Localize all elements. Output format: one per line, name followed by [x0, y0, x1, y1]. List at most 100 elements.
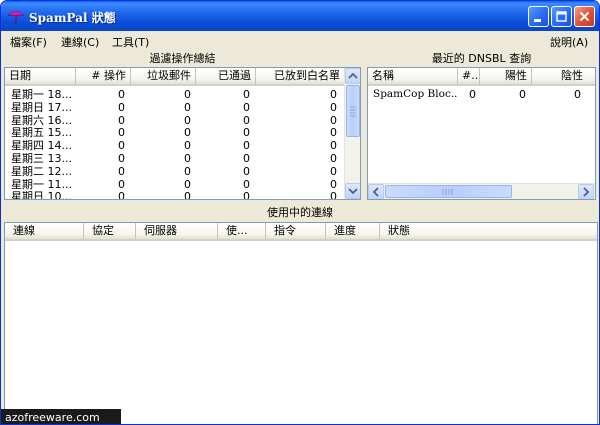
table-cell: 0	[118, 190, 125, 200]
table-cell: 0	[184, 190, 191, 200]
table-cell: 0	[330, 100, 337, 114]
table-cell: 星期二 12...	[11, 164, 72, 178]
table-row[interactable]: 星期一 18... 0 0 0 0	[5, 88, 360, 101]
table-cell: 0	[243, 139, 250, 153]
table-cell: 星期三 13...	[11, 152, 72, 165]
table-row[interactable]: 星期日 17... 0 0 0 0	[5, 101, 360, 114]
column-command[interactable]: 指令	[266, 223, 326, 239]
summary-column-header: 日期 # 操作 垃圾郵件 已通過 已放到白名單	[5, 68, 344, 86]
table-cell: 0	[330, 164, 337, 178]
column-user[interactable]: 使...	[218, 223, 266, 239]
table-cell: 星期日 10...	[11, 190, 72, 200]
column-positive[interactable]: 陽性	[480, 68, 532, 84]
table-cell: 0	[184, 152, 191, 165]
title-bar[interactable]: SpamPal 狀態	[1, 1, 599, 31]
table-cell: 0	[243, 164, 250, 178]
column-date[interactable]: 日期	[5, 68, 76, 84]
table-cell: 0	[184, 88, 191, 101]
table-row[interactable]: SpamCop Bloc... 0 0 0	[368, 88, 595, 101]
column-connection[interactable]: 連線	[5, 223, 84, 239]
menu-bar: 檔案(F) 連線(C) 工具(T) 說明(A)	[4, 31, 596, 50]
dnsbl-heading: 最近的 DNSBL 查詢	[367, 51, 596, 66]
close-button[interactable]	[574, 6, 595, 27]
scroll-left-button[interactable]	[368, 184, 384, 199]
table-cell: 0	[469, 88, 476, 101]
table-row[interactable]: 星期日 10... 0 0 0 0	[5, 190, 360, 200]
connections-list[interactable]: 連線 協定 伺服器 使... 指令 進度 狀態	[4, 222, 598, 424]
grip-icon	[442, 189, 453, 195]
summary-vertical-scrollbar[interactable]	[344, 68, 360, 199]
table-cell: 0	[330, 139, 337, 153]
scroll-up-button[interactable]	[345, 68, 360, 84]
chevron-up-icon	[348, 72, 358, 79]
table-cell: 星期六 16...	[11, 113, 72, 127]
table-cell: 0	[574, 88, 581, 101]
table-cell: 0	[118, 126, 125, 140]
table-cell: 0	[330, 113, 337, 127]
table-row[interactable]: 星期四 14... 0 0 0 0	[5, 139, 360, 152]
table-cell: 0	[330, 177, 337, 191]
table-cell: 0	[118, 113, 125, 127]
table-cell: 0	[330, 88, 337, 101]
maximize-icon	[556, 11, 567, 22]
summary-heading: 過濾操作總結	[4, 51, 361, 66]
column-operations[interactable]: # 操作	[76, 68, 131, 84]
menu-help[interactable]: 說明(A)	[550, 34, 588, 50]
table-cell: 0	[243, 177, 250, 191]
connections-column-header: 連線 協定 伺服器 使... 指令 進度 狀態	[5, 223, 597, 241]
chevron-down-icon	[348, 188, 358, 195]
column-server[interactable]: 伺服器	[136, 223, 218, 239]
watermark: azofreeware.com	[1, 409, 121, 424]
table-cell: 0	[184, 100, 191, 114]
table-row[interactable]: 星期五 15... 0 0 0 0	[5, 126, 360, 139]
table-cell: 0	[330, 152, 337, 165]
window-title: SpamPal 狀態	[29, 11, 116, 25]
menu-connection[interactable]: 連線(C)	[61, 34, 99, 50]
column-status[interactable]: 狀態	[380, 223, 597, 239]
table-cell: SpamCop Bloc...	[373, 88, 457, 100]
scroll-thumb[interactable]	[346, 85, 360, 137]
column-spam[interactable]: 垃圾郵件	[131, 68, 196, 84]
table-cell: 0	[519, 88, 526, 101]
table-cell: 星期四 14...	[11, 139, 72, 153]
chevron-right-icon	[583, 187, 590, 197]
minimize-icon	[534, 19, 541, 22]
column-count[interactable]: #...	[458, 68, 480, 84]
table-cell: 星期一 11...	[11, 177, 72, 191]
table-cell: 0	[118, 88, 125, 101]
column-protocol[interactable]: 協定	[84, 223, 136, 239]
dnsbl-list[interactable]: 名稱 #... 陽性 陰性 SpamCop Bloc... 0 0 0	[367, 67, 596, 200]
column-negative[interactable]: 陰性	[532, 68, 587, 84]
table-cell: 0	[243, 113, 250, 127]
dnsbl-horizontal-scrollbar[interactable]	[368, 183, 595, 199]
table-cell: 0	[184, 113, 191, 127]
scroll-right-button[interactable]	[578, 184, 594, 199]
maximize-button[interactable]	[551, 6, 572, 27]
column-progress[interactable]: 進度	[326, 223, 380, 239]
table-row[interactable]: 星期二 12... 0 0 0 0	[5, 165, 360, 178]
spampal-status-window: SpamPal 狀態 檔案(F) 連線(C) 工具(T) 說明(A) 過濾操作總…	[0, 0, 600, 425]
table-cell: 0	[118, 152, 125, 165]
horizontal-scroll-thumb[interactable]	[385, 185, 512, 198]
column-name[interactable]: 名稱	[368, 68, 458, 84]
table-row[interactable]: 星期一 11... 0 0 0 0	[5, 178, 360, 191]
column-whitelisted[interactable]: 已放到白名單	[256, 68, 344, 84]
column-passed[interactable]: 已通過	[196, 68, 256, 84]
menu-tools[interactable]: 工具(T)	[112, 34, 149, 50]
table-cell: 星期日 17...	[11, 100, 72, 114]
scroll-down-button[interactable]	[345, 183, 360, 199]
table-cell: 0	[243, 88, 250, 101]
table-cell: 0	[243, 126, 250, 140]
table-cell: 0	[184, 164, 191, 178]
minimize-button[interactable]	[528, 6, 549, 27]
table-row[interactable]: 星期六 16... 0 0 0 0	[5, 114, 360, 127]
table-cell: 0	[243, 152, 250, 165]
summary-list[interactable]: 日期 # 操作 垃圾郵件 已通過 已放到白名單 星期一 18... 0 0 0 0 星期日…	[4, 67, 361, 200]
close-icon	[579, 11, 590, 22]
table-row[interactable]: 星期三 13... 0 0 0 0	[5, 152, 360, 165]
table-cell: 0	[184, 139, 191, 153]
table-cell: 0	[118, 100, 125, 114]
table-cell: 0	[184, 177, 191, 191]
menu-file[interactable]: 檔案(F)	[10, 34, 47, 50]
table-cell: 星期五 15...	[11, 126, 72, 140]
